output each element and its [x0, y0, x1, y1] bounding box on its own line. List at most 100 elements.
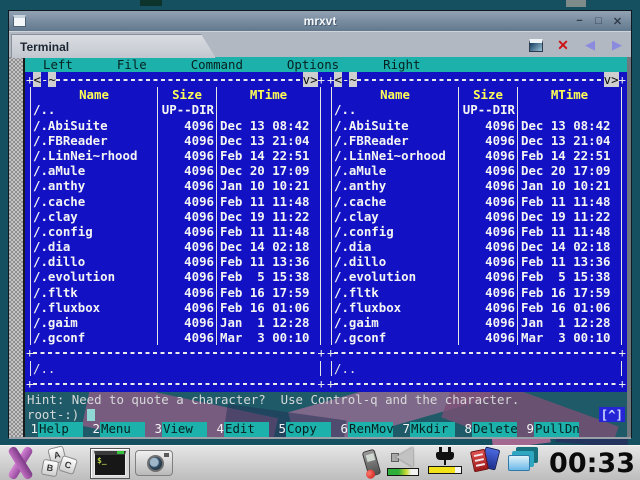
- file-row[interactable]: /.dillo4096Feb 11 13:36: [332, 254, 621, 269]
- function-key-bar: 1Help 2Menu 3View 4Edit: [25, 422, 627, 437]
- text-cursor: [87, 409, 95, 421]
- file-row[interactable]: /.gaim4096Jan 1 12:28: [332, 315, 621, 330]
- desktop-icon-fragment: [140, 0, 162, 6]
- next-tab-button[interactable]: ▶: [607, 36, 627, 55]
- panel-inner-border: ++: [25, 345, 326, 360]
- fkey-button[interactable]: 6RenMov: [335, 422, 397, 437]
- file-row[interactable]: /.AbiSuite4096Dec 13 08:42: [332, 118, 621, 133]
- fkey-button[interactable]: 7Mkdir: [397, 422, 459, 437]
- tab-label: Terminal: [12, 40, 69, 54]
- file-row[interactable]: /.LinNei~orhood4096Feb 14 22:51: [332, 148, 621, 163]
- panel-open-marker[interactable]: <: [33, 72, 40, 87]
- scroll-up-indicator[interactable]: [^]: [599, 407, 625, 422]
- mc-menubar: Left File Command Options Right: [25, 57, 627, 72]
- file-row[interactable]: /.FBReader4096Dec 13 21:04: [31, 133, 320, 148]
- panel-path[interactable]: ~: [349, 72, 356, 87]
- die-letter: C: [58, 455, 78, 475]
- close-tab-button[interactable]: ✕: [553, 36, 573, 55]
- panel-open-marker[interactable]: <: [334, 72, 341, 87]
- close-icon: ✕: [557, 37, 569, 54]
- taskbar: A B C $_: [0, 445, 640, 480]
- file-row[interactable]: /..UP--DIR: [31, 102, 320, 117]
- file-row[interactable]: /.gconf4096Mar 3 00:10: [31, 330, 320, 345]
- scrollbar[interactable]: [9, 57, 25, 437]
- fkey-button[interactable]: 1Help: [25, 422, 87, 437]
- panel-top-border: +<-~v>+: [25, 72, 326, 87]
- volume-applet[interactable]: [387, 447, 419, 476]
- file-row[interactable]: /.fltk4096Feb 16 17:59: [332, 285, 621, 300]
- menu-item[interactable]: Command: [191, 57, 243, 72]
- panel-path[interactable]: ~: [48, 72, 55, 87]
- file-row[interactable]: /.anthy4096Jan 10 10:21: [332, 178, 621, 193]
- menu-item[interactable]: Options: [287, 57, 339, 72]
- minimize-button[interactable]: −: [574, 15, 585, 28]
- x11-icon[interactable]: [2, 447, 36, 479]
- file-row[interactable]: /.clay4096Dec 19 11:22: [332, 209, 621, 224]
- fkey-button[interactable]: 4Edit: [211, 422, 273, 437]
- close-button[interactable]: ✕: [612, 15, 623, 28]
- file-row[interactable]: /.AbiSuite4096Dec 13 08:42: [31, 118, 320, 133]
- fkey-button[interactable]: 8Delete: [459, 422, 521, 437]
- file-row[interactable]: /.fltk4096Feb 16 17:59: [31, 285, 320, 300]
- fkey-button[interactable]: 5Copy: [273, 422, 335, 437]
- file-row[interactable]: /.gaim4096Jan 1 12:28: [31, 315, 320, 330]
- fkey-button[interactable]: 9PullDn: [521, 422, 583, 437]
- camera-icon[interactable]: [135, 450, 173, 476]
- tab-terminal[interactable]: Terminal: [11, 34, 216, 58]
- fkey-button[interactable]: 2Menu: [87, 422, 149, 437]
- file-row[interactable]: /.FBReader4096Dec 13 21:04: [332, 133, 621, 148]
- memory-cards-icon[interactable]: [471, 447, 499, 474]
- terminal-window-icon: [529, 39, 543, 52]
- maximize-button[interactable]: □: [593, 15, 604, 28]
- left-panel: +<-~v>+ NameSizeMTime /..UP--DIR: [25, 72, 326, 392]
- menu-item[interactable]: Right: [383, 57, 420, 72]
- file-row[interactable]: /.evolution4096Feb 5 15:38: [31, 269, 320, 284]
- taskbar-clock: 00:33: [549, 447, 637, 480]
- titlebar[interactable]: mrxvt − □ ✕: [9, 11, 631, 31]
- panel-scroll-marker[interactable]: v>: [303, 72, 318, 87]
- file-row[interactable]: /.evolution4096Feb 5 15:38: [332, 269, 621, 284]
- window-bottom-frame: [9, 437, 631, 439]
- power-applet[interactable]: [428, 447, 462, 474]
- camera-lens: [147, 455, 164, 472]
- file-row[interactable]: /.config4096Feb 11 11:48: [332, 224, 621, 239]
- file-row[interactable]: /.fluxbox4096Feb 16 01:06: [31, 300, 320, 315]
- battery-level-bar: [428, 466, 462, 474]
- panel-bottom-border: ++: [326, 376, 627, 391]
- fkey-button[interactable]: 3View: [149, 422, 211, 437]
- prompt-line[interactable]: root-:) [^]: [25, 407, 627, 422]
- file-row[interactable]: /.config4096Feb 11 11:48: [31, 224, 320, 239]
- prev-tab-button[interactable]: ◀: [580, 36, 600, 55]
- file-row[interactable]: /.dia4096Dec 14 02:18: [332, 239, 621, 254]
- window-right-frame: [627, 57, 631, 437]
- file-row[interactable]: /..UP--DIR: [332, 102, 621, 117]
- phone-status-icon[interactable]: [362, 448, 382, 477]
- hint-line: Hint: Need to quote a character? Use Con…: [25, 392, 627, 407]
- volume-level-bar[interactable]: [387, 468, 419, 476]
- windows-stack-icon[interactable]: [508, 447, 540, 473]
- menu-item[interactable]: Left: [43, 57, 73, 72]
- file-row[interactable]: /.anthy4096Jan 10 10:21: [31, 178, 320, 193]
- file-row[interactable]: /.clay4096Dec 19 11:22: [31, 209, 320, 224]
- file-row[interactable]: /.dia4096Dec 14 02:18: [31, 239, 320, 254]
- desktop-icon-fragment: [566, 0, 586, 7]
- panel-scroll-marker[interactable]: v>: [604, 72, 619, 87]
- file-row[interactable]: /.gconf4096Mar 3 00:10: [332, 330, 621, 345]
- mini-status: /..: [331, 361, 622, 376]
- terminal-task-button[interactable]: $_: [90, 448, 130, 479]
- tab-bar: Terminal ✕ ◀ ▶: [9, 31, 631, 57]
- keyboard-input-icon[interactable]: A B C: [41, 447, 85, 479]
- menu-item[interactable]: File: [117, 57, 147, 72]
- file-row[interactable]: /.LinNei~rhood4096Feb 14 22:51: [31, 148, 320, 163]
- plug-icon: [432, 447, 458, 465]
- new-tab-button[interactable]: [526, 36, 546, 55]
- file-row[interactable]: /.cache4096Feb 11 11:48: [332, 194, 621, 209]
- file-row[interactable]: /.fluxbox4096Feb 16 01:06: [332, 300, 621, 315]
- speaker-icon: [390, 447, 416, 467]
- mini-status: /..: [30, 361, 321, 376]
- file-row[interactable]: /.aMule4096Dec 20 17:09: [31, 163, 320, 178]
- file-row[interactable]: /.cache4096Feb 11 11:48: [31, 194, 320, 209]
- file-row[interactable]: /.dillo4096Feb 11 13:36: [31, 254, 320, 269]
- file-row[interactable]: /.aMule4096Dec 20 17:09: [332, 163, 621, 178]
- panel-bottom-border: ++: [25, 376, 326, 391]
